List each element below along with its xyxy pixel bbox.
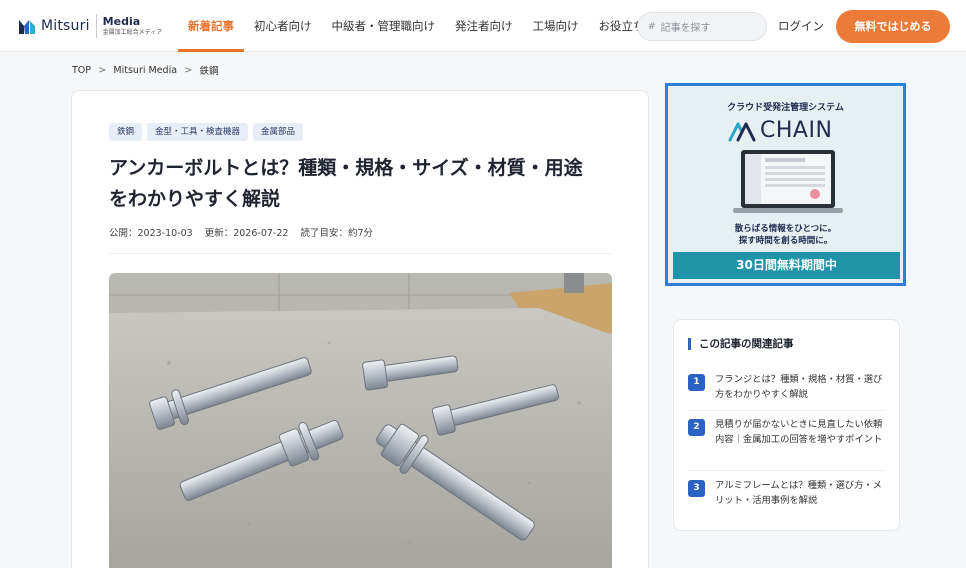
related-divider	[688, 410, 886, 411]
hash-icon: #	[648, 21, 656, 32]
related-item[interactable]: 1 フランジとは？種類・規格・材質・選び方をわかりやすく解説	[688, 372, 886, 402]
breadcrumb: TOP > Mitsuri Media > 鉄鋼	[72, 63, 219, 78]
ad-heading: クラウド受発注管理システム	[727, 103, 844, 113]
chain-logo-icon	[728, 122, 756, 141]
related-item-text: アルミフレームとは？種類・選び方・メリット・活用事例を解説	[715, 480, 882, 506]
breadcrumb-media[interactable]: Mitsuri Media	[113, 65, 177, 76]
anchor-bolts-illustration	[109, 273, 612, 568]
logo-wordmark: Mitsuri	[41, 18, 90, 34]
login-link[interactable]: ログイン	[778, 0, 824, 52]
article-title-line2: をわかりやすく解説	[109, 188, 281, 210]
logo-tagline: 金属加工総合メディア	[102, 29, 163, 36]
chevron-right-icon: >	[184, 64, 193, 76]
tag-metal-parts[interactable]: 金属部品	[253, 123, 304, 141]
article-card: 鉄鋼 金型・工具・検査機器 金属部品 アンカーボルトとは？種類・規格・サイズ・材…	[71, 90, 649, 568]
read-time: 読了目安：約7分	[300, 228, 373, 239]
site-logo[interactable]: Mitsuri Media 金属加工総合メディア	[18, 14, 162, 38]
ad-brand: CHAIN	[728, 118, 832, 143]
nav-item-managers[interactable]: 中級者・管理職向け	[322, 0, 446, 52]
published-date: 公開：2023-10-03	[109, 228, 193, 239]
related-item-text: フランジとは？種類・規格・材質・選び方をわかりやすく解説	[715, 374, 883, 400]
logo-media-block: Media 金属加工総合メディア	[103, 16, 163, 36]
chevron-right-icon: >	[98, 64, 107, 76]
tag-tools[interactable]: 金型・工具・検査機器	[147, 123, 249, 141]
ad-copy-line1: 散らばる情報をひとつに。	[734, 224, 837, 234]
tag-steel[interactable]: 鉄鋼	[109, 123, 143, 141]
nav-item-beginners[interactable]: 初心者向け	[244, 0, 322, 52]
article-meta: 公開：2023-10-03 更新：2026-07-22 読了目安：約7分	[109, 225, 385, 239]
ad-copy: 散らばる情報をひとつに。 探す時間を創る時間に。	[668, 223, 903, 247]
logo-separator	[95, 14, 97, 38]
related-item-text: 見積りが届かないときに見直したい依頼内容｜金属加工の回答を増やすポイント	[715, 419, 883, 445]
related-articles: この記事の関連記事 1 フランジとは？種類・規格・材質・選び方をわかりやすく解説…	[673, 319, 900, 531]
related-item[interactable]: 3 アルミフレームとは？種類・選び方・メリット・活用事例を解説	[688, 478, 886, 508]
logo-media-label: Media	[102, 15, 141, 28]
related-title: この記事の関連記事	[688, 338, 794, 350]
related-number: 1	[688, 374, 705, 391]
breadcrumb-current: 鉄鋼	[199, 66, 219, 77]
meta-divider	[109, 253, 612, 254]
laptop-screenshot-icon	[733, 150, 843, 213]
mitsuri-logo-icon	[18, 17, 36, 35]
main-nav: 新着記事 初心者向け 中級者・管理職向け 発注者向け 工場向け お役立ち資料	[178, 0, 678, 52]
article-title: アンカーボルトとは？種類・規格・サイズ・材質・用途 をわかりやすく解説	[109, 153, 619, 215]
related-number: 3	[688, 480, 705, 497]
site-header: Mitsuri Media 金属加工総合メディア 新着記事 初心者向け 中級者・…	[0, 0, 966, 52]
updated-date: 更新：2026-07-22	[204, 228, 289, 239]
ad-copy-line2: 探す時間を創る時間に。	[738, 236, 833, 246]
ad-brand-name: CHAIN	[760, 118, 833, 143]
article-tags: 鉄鋼 金型・工具・検査機器 金属部品	[109, 123, 308, 141]
chain-ad-banner[interactable]: クラウド受発注管理システム CHAIN 散らばる情報をひとつに。 探す時間を創る…	[665, 83, 906, 286]
breadcrumb-top[interactable]: TOP	[72, 65, 91, 76]
ad-free-trial-strip: 30日間無料期間中	[673, 252, 900, 279]
search-placeholder: 記事を探す	[660, 23, 711, 34]
article-title-line1: アンカーボルトとは？種類・規格・サイズ・材質・用途	[109, 157, 583, 179]
related-number: 2	[688, 419, 705, 436]
start-free-button[interactable]: 無料ではじめる	[836, 10, 950, 43]
related-item[interactable]: 2 見積りが届かないときに見直したい依頼内容｜金属加工の回答を増やすポイント	[688, 417, 886, 447]
search-input[interactable]: # 記事を探す	[637, 12, 767, 41]
nav-item-new-articles[interactable]: 新着記事	[178, 0, 244, 52]
related-divider	[688, 470, 886, 471]
nav-item-factories[interactable]: 工場向け	[523, 0, 589, 52]
nav-item-buyers[interactable]: 発注者向け	[445, 0, 523, 52]
hero-image	[109, 273, 612, 568]
